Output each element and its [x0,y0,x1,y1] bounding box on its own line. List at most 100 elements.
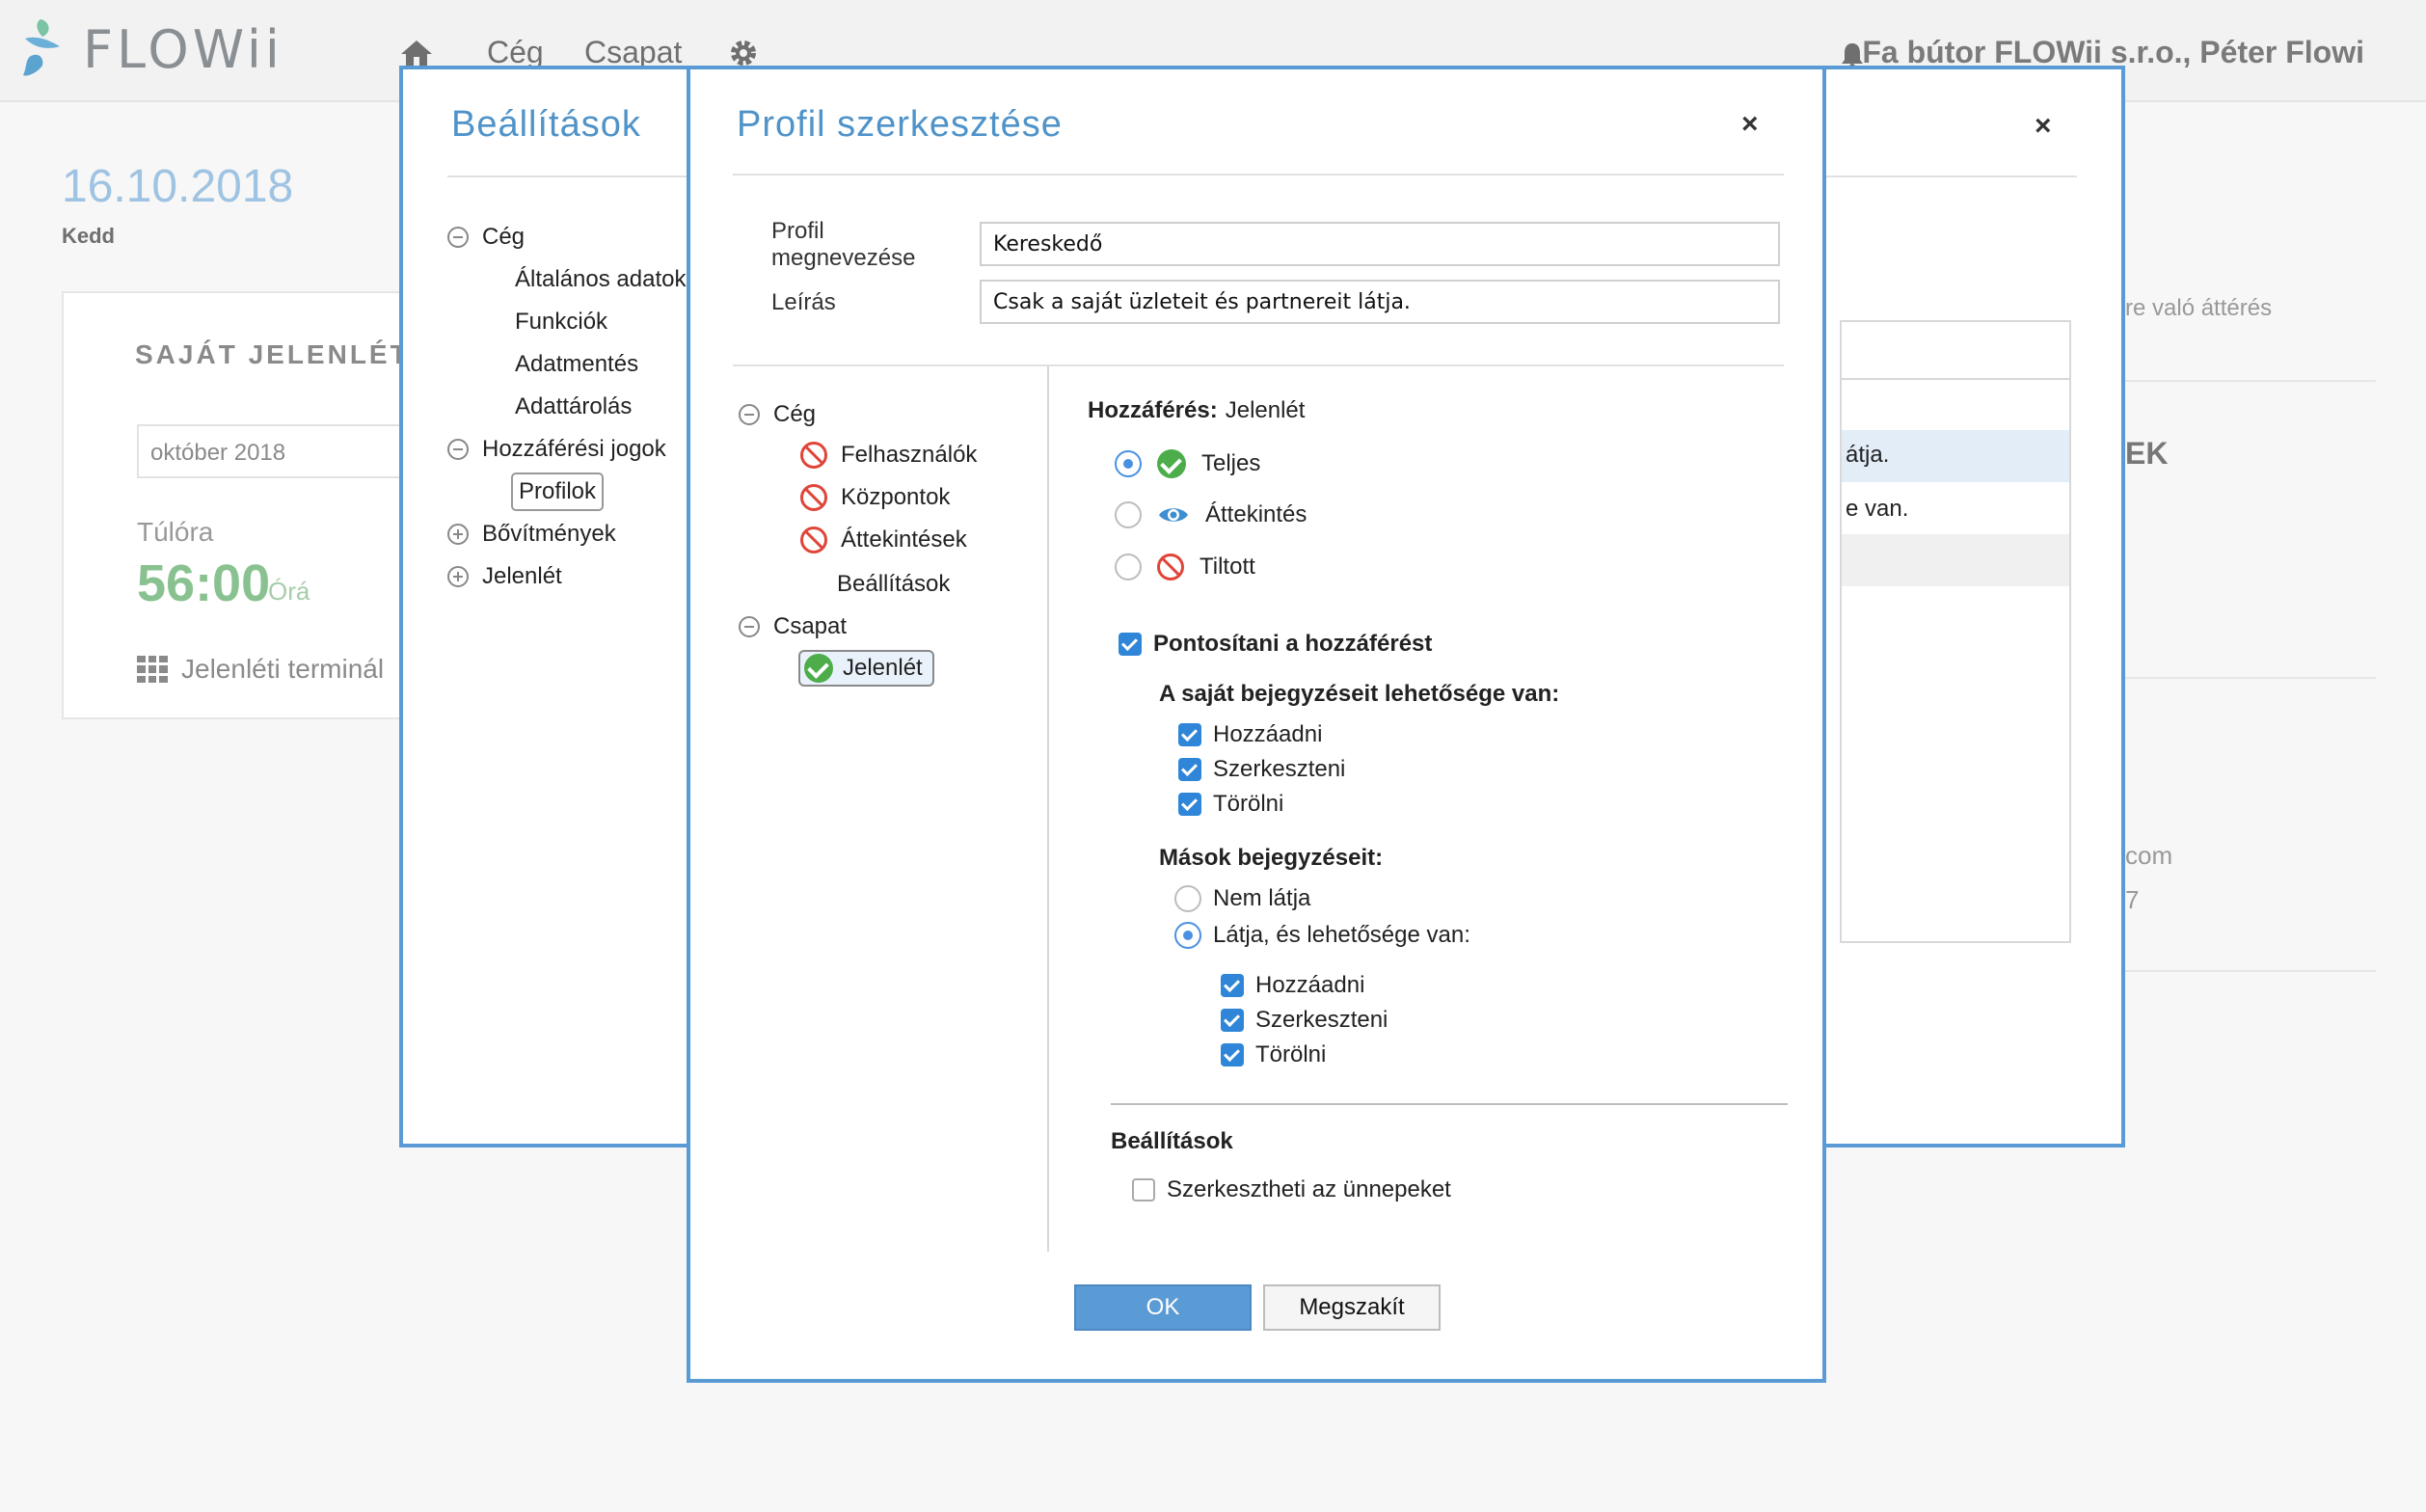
others-delete-checkbox[interactable]: Törölni [1221,1041,1326,1068]
divider [2125,677,2376,679]
settings-tree-storage[interactable]: Adattárolás [515,393,632,420]
settings-close-button[interactable]: × [2035,112,2052,141]
bg-fragment-transition: cre való áttérés [2114,295,2273,321]
checkbox-unchecked[interactable] [1132,1178,1155,1202]
bg-fragment-number: 7 [2125,885,2140,914]
attendance-terminal-link[interactable]: Jelenléti terminál [137,654,384,685]
expand-icon[interactable] [447,524,469,545]
expand-icon[interactable] [447,566,469,587]
check-circle-icon [1157,449,1186,478]
attendance-card-title: SAJÁT JELENLÉT [135,339,410,369]
settings-section-heading: Beállítások [1111,1128,1233,1154]
own-entries-heading: A saját bejegyzéseit lehetősége van: [1159,681,1560,707]
settings-tree-profiles[interactable]: Profilok [511,472,605,511]
checkbox-checked[interactable] [1178,758,1201,781]
bg-fragment-heading: EK [2125,436,2169,471]
profile-close-button[interactable]: × [1741,110,1759,139]
panel-row[interactable]: e van. [1842,482,2069,534]
settings-tree-functions[interactable]: Funkciók [515,309,607,336]
settings-tree-general[interactable]: Általános adatok [515,266,686,293]
radio[interactable] [1115,554,1142,580]
profile-name-label: Profil megnevezése [771,218,916,271]
cancel-button[interactable]: Megszakít [1263,1284,1441,1331]
checkbox-checked[interactable] [1178,793,1201,816]
profile-description-input[interactable] [980,280,1780,324]
profile-tree-team[interactable]: Csapat [739,613,847,640]
month-select[interactable]: október 2018 [137,424,417,478]
eye-icon [1159,508,1188,522]
settings-dialog-title: Beállítások [451,104,641,145]
check-circle-icon [804,654,833,683]
checkbox-checked[interactable] [1221,974,1244,997]
profile-dialog-title: Profil szerkesztése [737,104,1063,145]
profile-tree-company[interactable]: Cég [739,401,816,428]
profile-tree-centers[interactable]: Központok [800,484,950,511]
specify-access-checkbox[interactable]: Pontosítani a hozzáférést [1119,631,1432,658]
others-option-not-visible[interactable]: Nem látja [1174,885,1310,912]
forbidden-icon [1157,554,1184,580]
profile-tree-settings[interactable]: Beállítások [837,571,950,598]
divider [2125,970,2376,972]
profile-edit-dialog: Profil szerkesztése × Profil megnevezése… [687,66,1826,1383]
overtime-unit: Órá [268,577,310,606]
others-edit-checkbox[interactable]: Szerkeszteni [1221,1007,1388,1034]
settings-tree-backup[interactable]: Adatmentés [515,351,638,378]
divider [733,174,1784,176]
others-option-visible[interactable]: Látja, és lehetősége van: [1174,922,1470,949]
collapse-icon[interactable] [739,616,760,637]
forbidden-icon [800,484,827,511]
settings-tree-extensions[interactable]: Bővítmények [447,521,616,548]
radio[interactable] [1174,885,1201,912]
profile-name-input[interactable] [980,222,1780,266]
checkbox-checked[interactable] [1221,1009,1244,1032]
app-logo-text: FLOWii [83,19,283,80]
panel-row-selected[interactable]: átja. [1842,430,2069,482]
overtime-value: 56:00 [137,554,271,612]
others-add-checkbox[interactable]: Hozzáadni [1221,972,1364,999]
panel-row[interactable] [1842,534,2069,586]
settings-tree-company[interactable]: Cég [447,224,525,251]
profile-description-label: Leírás [771,289,836,315]
collapse-icon[interactable] [739,404,760,425]
panel-header [1842,322,2069,380]
checkbox-checked[interactable] [1178,723,1201,746]
settings-tree-attendance[interactable]: Jelenlét [447,563,562,590]
own-delete-checkbox[interactable]: Törölni [1178,791,1283,818]
profiles-list-panel: átja. e van. [1840,320,2071,943]
access-option-full[interactable]: Teljes [1115,449,1260,478]
home-icon[interactable] [399,39,434,68]
gear-icon[interactable] [727,37,760,69]
collapse-icon[interactable] [447,439,469,460]
attendance-card: SAJÁT JELENLÉT október 2018 Túlóra 56:00… [62,291,417,719]
access-heading: Hozzáférés: Jelenlét [1088,397,1306,423]
collapse-icon[interactable] [447,227,469,248]
forbidden-icon [800,526,827,554]
profile-tree-attendance[interactable]: Jelenlét [798,650,934,687]
flowii-logo-icon [23,19,60,76]
current-day: Kedd [62,224,115,248]
own-edit-checkbox[interactable]: Szerkeszteni [1178,756,1345,783]
radio-selected[interactable] [1115,450,1142,477]
divider [733,364,1784,366]
forbidden-icon [800,442,827,469]
grid-icon [137,656,168,683]
edit-holidays-checkbox[interactable]: Szerkesztheti az ünnepeket [1132,1176,1451,1203]
access-option-forbidden[interactable]: Tiltott [1115,554,1255,580]
checkbox-checked[interactable] [1221,1043,1244,1066]
divider [1111,1103,1788,1105]
overtime-label: Túlóra [137,517,214,547]
profile-tree-overviews[interactable]: Áttekintések [800,526,967,554]
bg-fragment-email: com [2125,841,2173,870]
checkbox-checked[interactable] [1119,633,1142,656]
others-entries-heading: Mások bejegyzéseit: [1159,845,1384,871]
current-date: 16.10.2018 [62,161,294,212]
radio[interactable] [1115,501,1142,528]
divider [2125,380,2376,382]
attendance-terminal-label: Jelenléti terminál [181,654,385,684]
profile-tree-users[interactable]: Felhasználók [800,442,977,469]
own-add-checkbox[interactable]: Hozzáadni [1178,721,1322,748]
radio-selected[interactable] [1174,922,1201,949]
access-option-overview[interactable]: Áttekintés [1115,501,1307,528]
ok-button[interactable]: OK [1074,1284,1252,1331]
settings-tree-access-rights[interactable]: Hozzáférési jogok [447,436,666,463]
